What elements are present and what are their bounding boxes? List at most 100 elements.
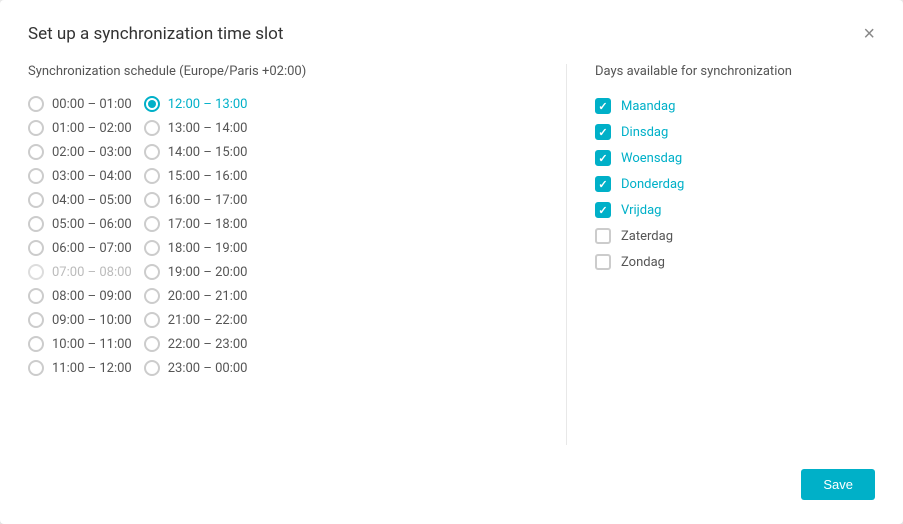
radio-circle[interactable] — [144, 144, 160, 160]
time-slot-row[interactable]: 23:00 – 00:00 — [144, 357, 248, 379]
time-slot-row[interactable]: 18:00 – 19:00 — [144, 237, 248, 259]
day-row[interactable]: Dinsdag — [595, 119, 875, 145]
time-slot-row[interactable]: 06:00 – 07:00 — [28, 237, 132, 259]
time-slot-label: 10:00 – 11:00 — [52, 337, 132, 352]
time-slot-row[interactable]: 07:00 – 08:00 — [28, 261, 132, 283]
time-slot-row[interactable]: 22:00 – 23:00 — [144, 333, 248, 355]
section-divider — [566, 64, 567, 445]
time-slot-row[interactable]: 10:00 – 11:00 — [28, 333, 132, 355]
day-checkbox[interactable] — [595, 98, 611, 114]
radio-circle[interactable] — [28, 192, 44, 208]
radio-circle[interactable] — [144, 240, 160, 256]
day-checkbox[interactable] — [595, 124, 611, 140]
radio-circle[interactable] — [28, 168, 44, 184]
radio-inner — [148, 100, 156, 108]
dialog-header: Set up a synchronization time slot × — [28, 24, 875, 44]
time-slot-label: 08:00 – 09:00 — [52, 289, 132, 304]
radio-circle[interactable] — [28, 144, 44, 160]
time-slot-row[interactable]: 01:00 – 02:00 — [28, 117, 132, 139]
time-slot-row[interactable]: 04:00 – 05:00 — [28, 189, 132, 211]
time-slot-label: 14:00 – 15:00 — [168, 145, 248, 160]
time-slot-label: 07:00 – 08:00 — [52, 265, 132, 280]
time-slot-row[interactable]: 20:00 – 21:00 — [144, 285, 248, 307]
day-row[interactable]: Zaterdag — [595, 223, 875, 249]
time-slot-label: 21:00 – 22:00 — [168, 313, 248, 328]
radio-circle[interactable] — [28, 312, 44, 328]
time-slot-label: 02:00 – 03:00 — [52, 145, 132, 160]
time-slot-label: 22:00 – 23:00 — [168, 337, 248, 352]
day-row[interactable]: Woensdag — [595, 145, 875, 171]
radio-circle[interactable] — [144, 120, 160, 136]
day-row[interactable]: Maandag — [595, 93, 875, 119]
time-slot-label: 23:00 – 00:00 — [168, 361, 248, 376]
dialog-content: Synchronization schedule (Europe/Paris +… — [28, 64, 875, 445]
days-section-label: Days available for synchronization — [595, 64, 875, 79]
schedule-section-label: Synchronization schedule (Europe/Paris +… — [28, 64, 538, 79]
radio-circle[interactable] — [28, 96, 44, 112]
time-slot-row[interactable]: 14:00 – 15:00 — [144, 141, 248, 163]
day-row[interactable]: Vrijdag — [595, 197, 875, 223]
time-slot-label: 16:00 – 17:00 — [168, 193, 248, 208]
day-checkbox[interactable] — [595, 228, 611, 244]
radio-circle[interactable] — [28, 264, 44, 280]
time-slot-label: 15:00 – 16:00 — [168, 169, 248, 184]
radio-circle[interactable] — [28, 288, 44, 304]
time-slot-row[interactable]: 02:00 – 03:00 — [28, 141, 132, 163]
dialog-title: Set up a synchronization time slot — [28, 24, 283, 44]
radio-circle[interactable] — [144, 288, 160, 304]
time-slot-label: 05:00 – 06:00 — [52, 217, 132, 232]
time-slot-row[interactable]: 03:00 – 04:00 — [28, 165, 132, 187]
radio-circle[interactable] — [144, 360, 160, 376]
time-slot-label: 19:00 – 20:00 — [168, 265, 248, 280]
radio-circle[interactable] — [144, 216, 160, 232]
radio-circle[interactable] — [28, 360, 44, 376]
days-list: Maandag Dinsdag Woensdag Donderdag Vrijdag Za… — [595, 93, 875, 275]
radio-circle[interactable] — [144, 192, 160, 208]
save-button[interactable]: Save — [801, 469, 875, 500]
radio-circle[interactable] — [28, 120, 44, 136]
time-slot-row[interactable]: 09:00 – 10:00 — [28, 309, 132, 331]
day-label: Woensdag — [621, 151, 682, 166]
time-slot-row[interactable]: 13:00 – 14:00 — [144, 117, 248, 139]
day-checkbox[interactable] — [595, 254, 611, 270]
radio-circle[interactable] — [144, 312, 160, 328]
day-checkbox[interactable] — [595, 150, 611, 166]
time-slot-row[interactable]: 08:00 – 09:00 — [28, 285, 132, 307]
radio-circle[interactable] — [144, 336, 160, 352]
time-slot-row[interactable]: 15:00 – 16:00 — [144, 165, 248, 187]
dialog-footer: Save — [28, 469, 875, 500]
day-row[interactable]: Donderdag — [595, 171, 875, 197]
radio-circle[interactable] — [144, 264, 160, 280]
time-slot-row[interactable]: 11:00 – 12:00 — [28, 357, 132, 379]
day-label: Dinsdag — [621, 125, 668, 140]
time-slot-row[interactable]: 05:00 – 06:00 — [28, 213, 132, 235]
time-slot-label: 01:00 – 02:00 — [52, 121, 132, 136]
time-grid: 00:00 – 01:00 01:00 – 02:00 02:00 – 03:00 0… — [28, 93, 538, 379]
day-row[interactable]: Zondag — [595, 249, 875, 275]
day-label: Vrijdag — [621, 203, 661, 218]
time-slot-label: 09:00 – 10:00 — [52, 313, 132, 328]
time-slot-row[interactable]: 21:00 – 22:00 — [144, 309, 248, 331]
time-slot-label: 20:00 – 21:00 — [168, 289, 248, 304]
time-slot-row[interactable]: 00:00 – 01:00 — [28, 93, 132, 115]
time-slot-row[interactable]: 19:00 – 20:00 — [144, 261, 248, 283]
time-slot-row[interactable]: 17:00 – 18:00 — [144, 213, 248, 235]
schedule-section: Synchronization schedule (Europe/Paris +… — [28, 64, 538, 445]
sync-dialog: Set up a synchronization time slot × Syn… — [0, 0, 903, 524]
time-slot-label: 04:00 – 05:00 — [52, 193, 132, 208]
day-checkbox[interactable] — [595, 176, 611, 192]
radio-circle[interactable] — [144, 168, 160, 184]
time-slot-row[interactable]: 16:00 – 17:00 — [144, 189, 248, 211]
close-button[interactable]: × — [863, 24, 875, 44]
day-label: Maandag — [621, 99, 675, 114]
day-checkbox[interactable] — [595, 202, 611, 218]
time-slot-row[interactable]: 12:00 – 13:00 — [144, 93, 248, 115]
day-label: Zaterdag — [621, 229, 673, 244]
radio-circle[interactable] — [144, 96, 160, 112]
day-label: Zondag — [621, 255, 665, 270]
radio-circle[interactable] — [28, 240, 44, 256]
radio-circle[interactable] — [28, 216, 44, 232]
time-slot-label: 12:00 – 13:00 — [168, 97, 248, 112]
time-slot-label: 11:00 – 12:00 — [52, 361, 132, 376]
radio-circle[interactable] — [28, 336, 44, 352]
